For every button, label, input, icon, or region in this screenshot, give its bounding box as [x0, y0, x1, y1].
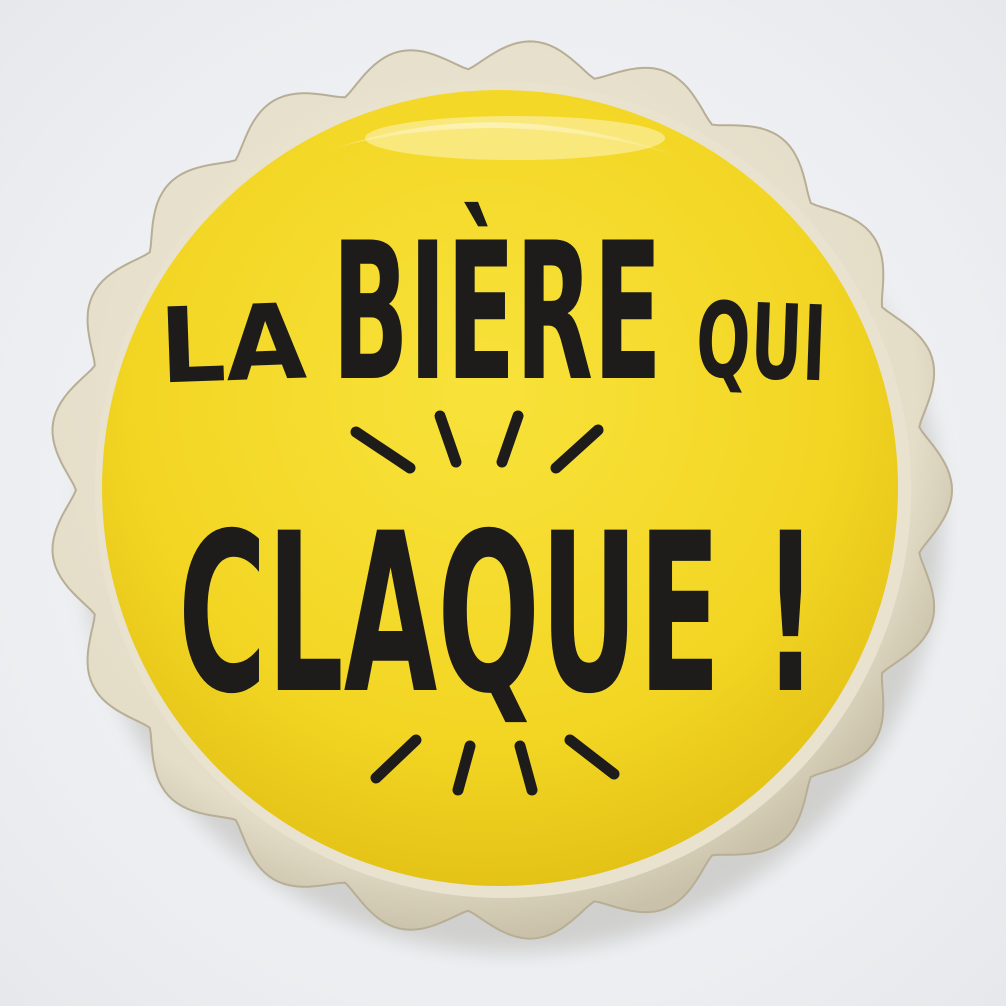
bottle-cap: LA BIÈRE QUI CLAQUE ! [51, 40, 954, 953]
cap-gloss-shine [365, 116, 665, 160]
cap-text-la: LA [157, 280, 308, 407]
cap-text-claque: CLAQUE ! [178, 486, 818, 742]
cap-text-qui: QUI [694, 279, 828, 405]
cap-text-biere: BIÈRE [332, 201, 662, 423]
photo-stage: LA BIÈRE QUI CLAQUE ! [0, 0, 1006, 1006]
